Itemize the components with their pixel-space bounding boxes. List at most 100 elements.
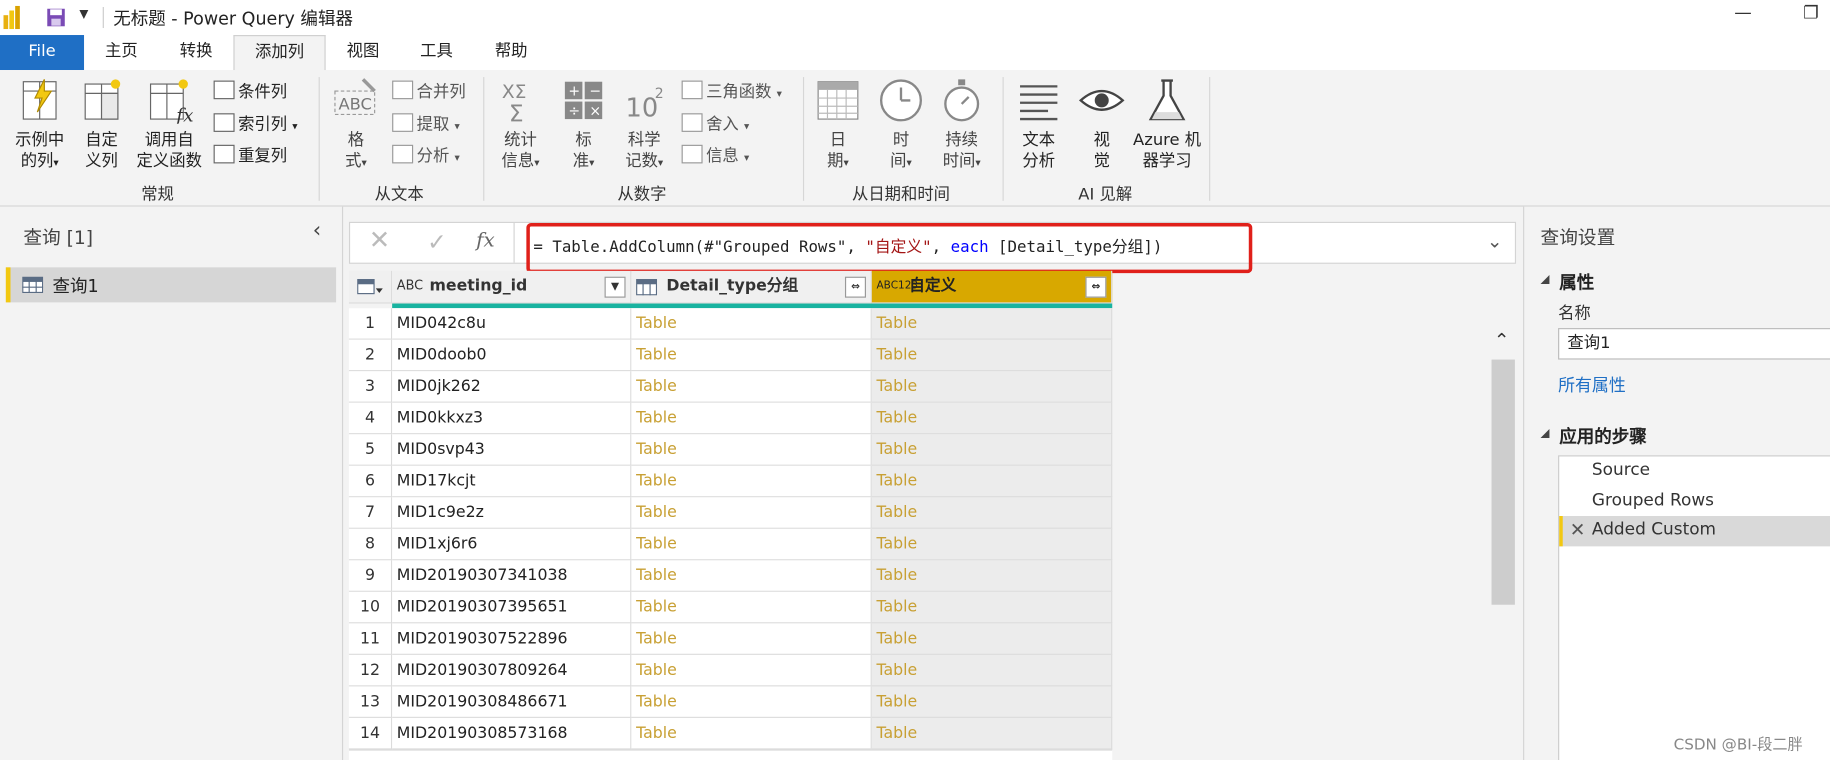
query-name-input[interactable]: 查询1 [1558,328,1830,360]
column-header-custom[interactable]: ABC123 自定义 ⇔ [871,270,1113,304]
formula-input[interactable]: = Table.AddColumn(#"Grouped Rows", "自定义"… [533,233,1162,257]
meeting-id-cell[interactable]: MID17kcjt [392,465,632,498]
meeting-id-cell[interactable]: MID1xj6r6 [392,528,632,561]
expand-column-icon[interactable]: ⇔ [844,276,866,298]
meeting-id-cell[interactable]: MID20190307522896 [392,623,632,655]
detail-type-cell[interactable]: Table [631,528,872,561]
detail-type-cell[interactable]: Table [631,339,872,372]
custom-cell[interactable]: Table [871,623,1113,655]
custom-cell[interactable]: Table [871,434,1113,466]
detail-type-cell[interactable]: Table [631,654,872,687]
statistics-button[interactable]: XΣ Σ 统计 信息▾ [490,77,551,174]
detail-type-cell[interactable]: Table [631,434,872,466]
information-button[interactable]: 信息 ▾ [681,144,749,167]
delete-step-icon[interactable]: ✕ [1570,518,1586,540]
conditional-column-button[interactable]: 条件列 [213,79,287,102]
custom-cell[interactable]: Table [871,686,1113,718]
tab-transform[interactable]: 转换 [163,35,228,70]
step-item[interactable]: Source [1559,456,1830,486]
meeting-id-cell[interactable]: MID20190308486671 [392,686,632,718]
collapse-properties-icon[interactable]: ◢ [1541,273,1550,286]
column-header-meeting-id[interactable]: ABC meeting_id ▼ [392,270,632,304]
quick-access-dropdown-icon[interactable]: ▼ [79,8,88,21]
custom-cell[interactable]: Table [871,402,1113,435]
tab-home[interactable]: 主页 [91,35,152,70]
date-button[interactable]: 日 期▾ [812,77,863,174]
standard-button[interactable]: + − ÷ × 标 准▾ [558,77,609,174]
detail-type-cell[interactable]: Table [631,591,872,624]
query-list-item[interactable]: 查询1 [5,267,337,303]
vertical-scrollbar[interactable]: ⌃ [1491,329,1515,609]
cancel-formula-icon[interactable]: ✕ [369,226,391,255]
custom-cell[interactable]: Table [871,497,1113,529]
column-header-detail-type[interactable]: Detail_type分组 ⇔ [631,270,872,304]
collapse-steps-icon[interactable]: ◢ [1541,427,1550,440]
tab-file[interactable]: File [0,35,85,71]
meeting-id-cell[interactable]: MID20190307809264 [392,654,632,687]
table-menu-button[interactable] [348,270,393,304]
commit-formula-icon[interactable]: ✓ [427,228,447,256]
tab-help[interactable]: 帮助 [481,35,542,70]
detail-type-cell[interactable]: Table [631,465,872,498]
rounding-button[interactable]: 舍入 ▾ [681,112,749,135]
tab-view[interactable]: 视图 [333,35,394,70]
index-column-button[interactable]: 索引列 ▾ [213,112,298,135]
custom-cell[interactable]: Table [871,465,1113,498]
all-properties-link[interactable]: 所有属性 [1558,372,1626,397]
table-type-icon[interactable] [636,279,658,296]
detail-type-cell[interactable]: Table [631,717,872,750]
meeting-id-cell[interactable]: MID1c9e2z [392,497,632,529]
meeting-id-cell[interactable]: MID0jk262 [392,371,632,403]
scrollbar-thumb[interactable] [1491,359,1515,605]
detail-type-cell[interactable]: Table [631,686,872,718]
custom-cell[interactable]: Table [871,371,1113,403]
column-from-examples-button[interactable]: 示例中 的列▾ [7,77,72,174]
meeting-id-cell[interactable]: MID20190308573168 [392,717,632,750]
duration-button[interactable]: 持续 时间▾ [934,77,990,174]
time-button[interactable]: 时 间▾ [875,77,926,174]
text-type-icon[interactable]: ABC [397,271,423,301]
meeting-id-cell[interactable]: MID20190307395651 [392,591,632,624]
expand-column-icon[interactable]: ⇔ [1085,276,1107,298]
custom-cell[interactable]: Table [871,591,1113,624]
meeting-id-cell[interactable]: MID0kkxz3 [392,402,632,435]
custom-cell[interactable]: Table [871,717,1113,750]
custom-cell[interactable]: Table [871,654,1113,687]
restore-button[interactable]: ❐ [1803,2,1819,23]
parse-button[interactable]: 分析 ▾ [392,144,460,167]
custom-cell[interactable]: Table [871,560,1113,592]
tab-add-column[interactable]: 添加列 [233,35,326,72]
merge-columns-button[interactable]: 合并列 [392,79,466,102]
duplicate-column-button[interactable]: 重复列 [213,144,287,167]
extract-button[interactable]: 提取 ▾ [392,112,460,135]
format-button[interactable]: ABC 格 式▾ [329,77,383,174]
scroll-up-icon[interactable]: ⌃ [1494,329,1510,351]
detail-type-cell[interactable]: Table [631,560,872,592]
detail-type-cell[interactable]: Table [631,623,872,655]
custom-column-button[interactable]: 自定 义列 [75,77,129,172]
filter-dropdown-icon[interactable]: ▼ [604,276,626,298]
custom-cell[interactable]: Table [871,308,1113,340]
meeting-id-cell[interactable]: MID20190307341038 [392,560,632,592]
tab-tools[interactable]: 工具 [406,35,467,70]
meeting-id-cell[interactable]: MID0svp43 [392,434,632,466]
step-item[interactable]: Grouped Rows [1559,487,1830,517]
azure-ml-button[interactable]: Azure 机 器学习 [1132,77,1202,172]
expand-formula-icon[interactable]: ⌄ [1487,230,1503,252]
meeting-id-cell[interactable]: MID0doob0 [392,339,632,372]
detail-type-cell[interactable]: Table [631,371,872,403]
step-item-selected[interactable]: ✕ Added Custom [1559,516,1830,547]
vision-button[interactable]: 视 觉 [1074,77,1130,172]
collapse-pane-icon[interactable]: ‹ [313,218,321,243]
text-analytics-button[interactable]: 文本 分析 [1011,77,1067,172]
custom-cell[interactable]: Table [871,528,1113,561]
save-icon[interactable] [47,8,66,27]
fx-icon[interactable]: fx [476,229,495,252]
custom-cell[interactable]: Table [871,339,1113,372]
trigonometry-button[interactable]: 三角函数 ▾ [681,79,782,102]
detail-type-cell[interactable]: Table [631,402,872,435]
detail-type-cell[interactable]: Table [631,497,872,529]
invoke-custom-function-button[interactable]: fx 调用自 定义函数 [133,77,205,172]
detail-type-cell[interactable]: Table [631,308,872,340]
minimize-button[interactable]: — [1734,2,1752,23]
